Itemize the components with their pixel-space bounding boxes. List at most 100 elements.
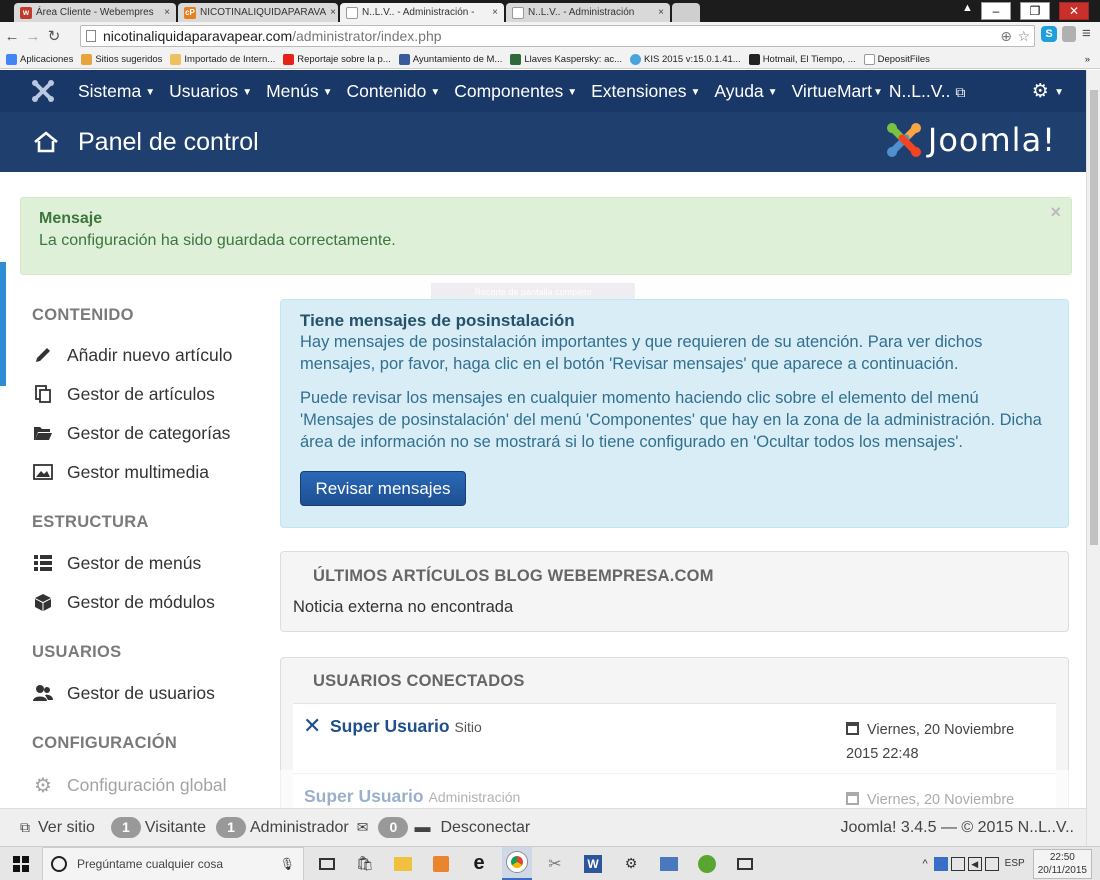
browser-tab-2[interactable]: cP NICOTINALIQUIDAPARAVA × (178, 3, 338, 22)
sidebar-item-label: Configuración global (67, 774, 227, 795)
bookmark-label: DepositFiles (877, 53, 930, 65)
browser-tab-1[interactable]: w Área Cliente - Webempres × (14, 3, 176, 22)
messages-count-badge[interactable]: 0 (378, 817, 409, 838)
view-site-link[interactable]: Ver sitio (38, 819, 95, 837)
maximize-button[interactable]: ❐ (1020, 2, 1050, 20)
keyboard-icon[interactable] (950, 856, 965, 871)
review-messages-button[interactable]: Revisar mensajes (300, 471, 466, 506)
nav-site-link[interactable]: N..L..V.. ⧉ (889, 81, 965, 102)
copy-icon (32, 383, 54, 405)
caret-down-icon: ▼ (430, 86, 441, 98)
nav-menus[interactable]: Menús ▼ (266, 81, 332, 102)
nav-extensiones[interactable]: Extensiones ▼ (591, 81, 700, 102)
network-app-icon[interactable] (654, 851, 684, 877)
joomla-logo-icon[interactable] (30, 78, 56, 104)
reload-icon[interactable]: ↻ (45, 27, 63, 45)
language-indicator[interactable]: ESP (1005, 858, 1025, 869)
home-icon (34, 131, 58, 153)
forward-arrow-icon[interactable]: → (24, 28, 42, 45)
more-bookmarks-icon[interactable]: » (1085, 54, 1090, 65)
bookmark-label: Reportaje sobre la p... (297, 53, 391, 65)
os-taskbar: Pregúntame cualquier cosa 🎙 🛍 e ✂ W ⚙ ^ … (0, 846, 1100, 880)
bookmark-item[interactable]: Aplicaciones (6, 53, 73, 65)
user-icon[interactable]: ▲ (962, 2, 973, 14)
sidebar-item-configuracion-global[interactable]: ⚙ Configuración global (32, 774, 272, 797)
star-icon[interactable]: ☆ (1017, 26, 1030, 46)
cortana-search-box[interactable]: Pregúntame cualquier cosa 🎙 (42, 846, 304, 880)
folder-icon (170, 53, 182, 65)
browser-tab-3[interactable]: N..L.V.. - Administración - × (340, 3, 504, 22)
admins-label: Administrador (250, 818, 349, 836)
edge-browser-icon[interactable]: e (464, 851, 494, 877)
tab-close-icon[interactable]: × (658, 7, 664, 18)
settings-gear-icon[interactable]: ⚙ ▼ (1032, 80, 1064, 103)
bookmark-item[interactable]: DepositFiles (863, 53, 930, 65)
page-scrollbar[interactable] (1086, 70, 1100, 846)
bookmark-item[interactable]: KIS 2015 v:15.0.1.41... (630, 53, 741, 65)
tab-close-icon[interactable]: × (492, 7, 498, 18)
caret-down-icon: ▼ (242, 86, 253, 98)
admins-count-badge: 1 (216, 817, 246, 838)
extension-icon[interactable] (1062, 26, 1076, 42)
back-arrow-icon[interactable]: ← (3, 28, 21, 45)
tab-close-icon[interactable]: × (330, 7, 336, 18)
nav-ayuda[interactable]: Ayuda ▼ (714, 81, 777, 102)
action-center-icon[interactable] (984, 856, 999, 871)
app-icon[interactable]: ⚙ (616, 851, 646, 877)
browser-tab-bar: w Área Cliente - Webempres × cP NICOTINA… (0, 0, 1100, 22)
user-location: Administración (428, 789, 521, 805)
new-tab-button[interactable] (672, 3, 700, 22)
bookmark-item[interactable]: Llaves Kaspersky: ac... (510, 53, 622, 65)
word-icon[interactable]: W (578, 851, 608, 877)
bookmark-item[interactable]: Reportaje sobre la p... (283, 53, 391, 65)
snipping-tool-icon[interactable]: ✂ (540, 851, 570, 877)
sidebar-item-gestor-usuarios[interactable]: Gestor de usuarios (32, 682, 272, 704)
minimize-button[interactable]: – (981, 2, 1011, 20)
sidebar-item-nuevo-articulo[interactable]: Añadir nuevo artículo (32, 344, 272, 366)
nav-label: Extensiones (591, 80, 687, 101)
nav-sistema[interactable]: Sistema ▼ (78, 81, 155, 102)
volume-icon[interactable]: ◀ (967, 856, 982, 871)
photos-icon[interactable] (730, 851, 760, 877)
browser-tab-4[interactable]: N..L.V.. - Administración × (506, 3, 670, 22)
nav-componentes[interactable]: Componentes ▼ (454, 81, 577, 102)
sidebar-item-gestor-menus[interactable]: Gestor de menús (32, 552, 272, 574)
tray-app-icon[interactable] (933, 856, 948, 871)
close-icon[interactable]: × (1050, 202, 1061, 223)
file-explorer-icon[interactable] (388, 851, 418, 877)
task-view-icon[interactable] (312, 851, 342, 877)
bookmark-item[interactable]: Sitios sugeridos (81, 53, 162, 65)
menu-icon[interactable]: ≡ (1082, 25, 1091, 42)
store-icon[interactable]: 🛍 (350, 851, 380, 877)
url-input[interactable]: nicotinaliquidaparavapear.com/administra… (80, 25, 1035, 47)
postinstall-text-2: Puede revisar los mensajes en cualquier … (300, 389, 1042, 451)
user-entry[interactable]: Super Usuario Sitio (330, 716, 482, 737)
clock-time: 22:50 (1049, 851, 1075, 863)
nav-virtuemart[interactable]: VirtueMart▼ (792, 81, 883, 102)
sidebar-item-gestor-multimedia[interactable]: Gestor multimedia (32, 461, 272, 483)
bookmark-item[interactable]: Hotmail, El Tiempo, ... (748, 53, 856, 65)
logout-user-icon[interactable]: ✕ (303, 715, 321, 737)
tray-chevron-icon[interactable]: ^ (923, 858, 928, 870)
skype-icon[interactable]: S (1041, 26, 1057, 42)
logout-link[interactable]: Desconectar (440, 819, 530, 837)
windows-start-icon[interactable] (6, 851, 36, 877)
sidebar-item-gestor-categorias[interactable]: Gestor de categorías (32, 422, 272, 444)
sidebar-item-gestor-modulos[interactable]: Gestor de módulos (32, 591, 272, 613)
utorrent-icon[interactable] (692, 851, 722, 877)
close-window-button[interactable]: ✕ (1059, 2, 1089, 20)
sidebar-item-gestor-articulos[interactable]: Gestor de artículos (32, 383, 272, 405)
scrollbar-thumb[interactable] (1090, 90, 1098, 545)
tab-close-icon[interactable]: × (164, 7, 170, 18)
user-entry[interactable]: Super Usuario Administración (304, 786, 520, 807)
nav-usuarios[interactable]: Usuarios ▼ (169, 81, 252, 102)
clock[interactable]: 22:50 20/11/2015 (1032, 848, 1092, 879)
nav-contenido[interactable]: Contenido ▼ (347, 81, 441, 102)
media-player-icon[interactable] (426, 851, 456, 877)
site-name: N..L..V.. (888, 80, 951, 101)
chrome-icon[interactable] (502, 846, 532, 880)
microphone-icon[interactable]: 🎙 (280, 857, 295, 871)
zoom-icon[interactable]: ⊕ (1000, 26, 1012, 46)
bookmark-item[interactable]: Importado de Intern... (170, 53, 275, 65)
bookmark-item[interactable]: Ayuntamiento de M... (398, 53, 502, 65)
